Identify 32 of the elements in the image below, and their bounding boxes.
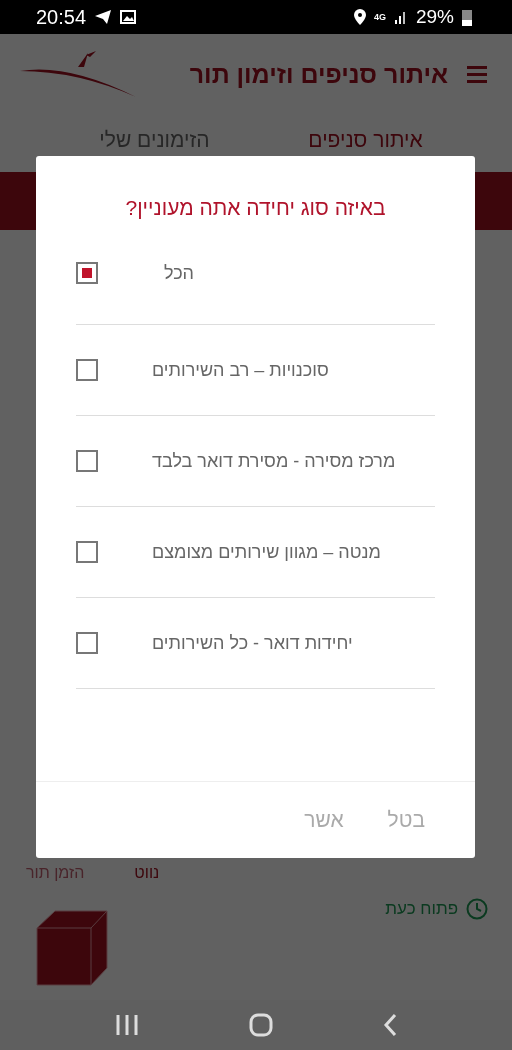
option-label[interactable]: סוכנויות – רב השירותים xyxy=(152,359,329,381)
recent-apps-icon[interactable] xyxy=(115,1014,139,1036)
option-label[interactable]: מנטה – מגוון שירותים מצומצם xyxy=(152,541,381,563)
battery-percent: 29% xyxy=(415,6,454,28)
book-link[interactable]: הזמן תור xyxy=(26,864,85,882)
image-icon xyxy=(120,10,137,24)
dialog-button[interactable]: אשר xyxy=(302,804,346,836)
battery-icon xyxy=(462,8,472,26)
option-label[interactable]: הכל xyxy=(164,262,195,284)
tab[interactable]: הזימונים שלי xyxy=(91,124,218,156)
network-type: 4G xyxy=(373,12,386,22)
dialog-button[interactable]: בטל xyxy=(385,804,427,836)
navigate-link[interactable]: נווט xyxy=(134,864,160,882)
parcel-box-icon[interactable] xyxy=(36,910,108,986)
signal-icon xyxy=(393,10,408,24)
clock-icon xyxy=(466,898,488,920)
checkbox[interactable] xyxy=(76,262,98,284)
checkbox[interactable] xyxy=(76,450,98,472)
option-label[interactable]: יחידות דואר - כל השירותים xyxy=(152,632,353,654)
checkbox[interactable] xyxy=(76,632,98,654)
clock-time: 20:54 xyxy=(36,5,87,29)
open-status: פתוח כעת xyxy=(385,899,458,919)
checkbox[interactable] xyxy=(76,541,98,563)
dialog-title: באיזה סוג יחידה אתה מעוניין? xyxy=(124,196,387,220)
home-icon[interactable] xyxy=(249,1013,273,1037)
back-icon[interactable] xyxy=(383,1013,397,1037)
option-label[interactable]: מרכז מסירה - מסירת דואר בלבד xyxy=(152,450,396,472)
send-icon xyxy=(94,9,113,25)
tab[interactable]: איתור סניפים xyxy=(300,124,431,156)
app-title: איתור סניפים וזימון תור xyxy=(189,59,448,89)
location-icon xyxy=(353,9,366,25)
checkbox[interactable] xyxy=(76,359,98,381)
